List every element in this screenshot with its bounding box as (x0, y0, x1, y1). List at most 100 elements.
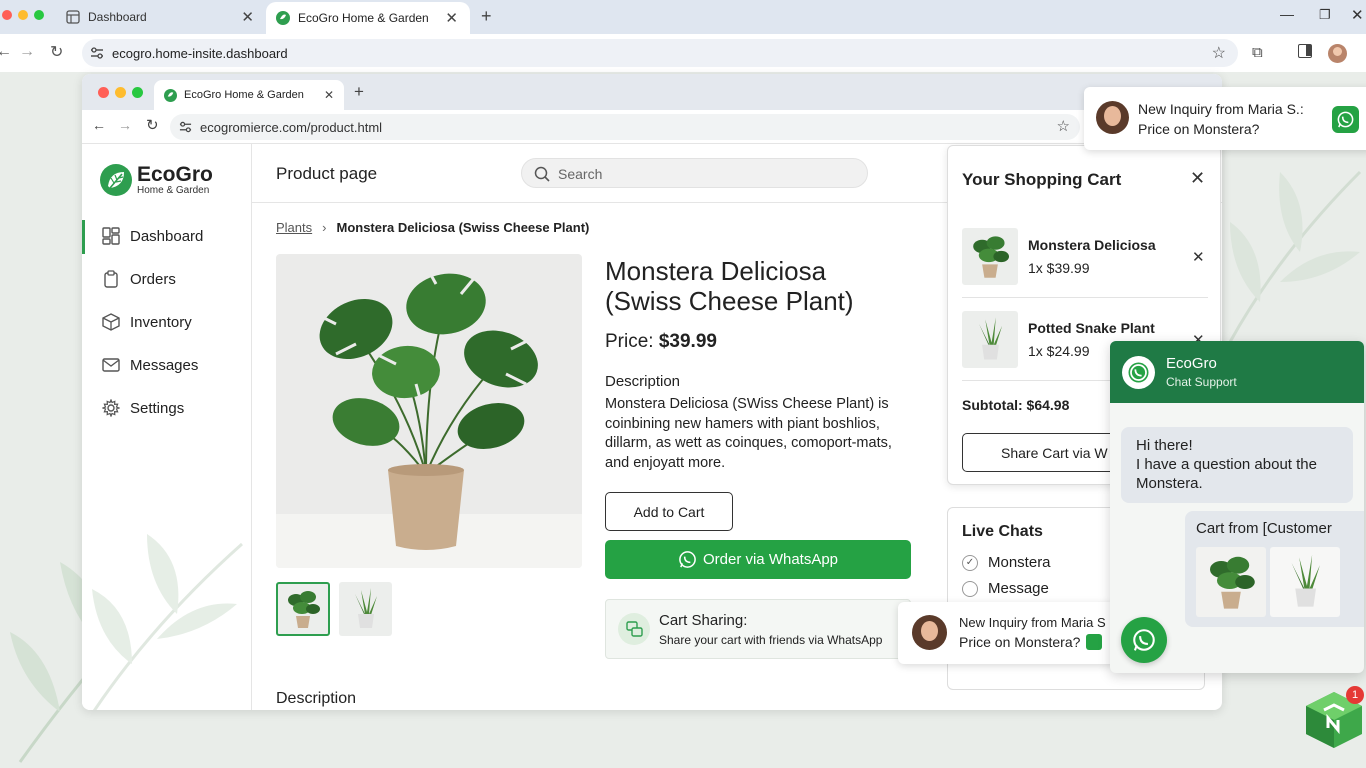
description-line: Monstera Deliciosa (SWiss Cheese Plant) … (605, 396, 889, 412)
whatsapp-launcher-button[interactable] (1121, 617, 1167, 663)
close-cart-icon[interactable]: ✕ (1190, 168, 1205, 189)
restore-icon[interactable]: ❐ (1319, 7, 1331, 23)
thumbnail-monstera[interactable] (276, 582, 330, 636)
add-to-cart-button[interactable]: Add to Cart (605, 492, 733, 531)
message-line: Monstera. (1136, 475, 1203, 492)
profile-avatar[interactable] (1328, 44, 1347, 63)
cart-item-name: Monstera Deliciosa (1028, 237, 1156, 253)
cart-item-image (962, 228, 1018, 285)
mail-icon (102, 358, 120, 372)
reload-icon[interactable]: ↻ (146, 116, 159, 134)
order-via-whatsapp-button[interactable]: Order via WhatsApp (605, 540, 911, 579)
inner-tab-ecogro[interactable]: EcoGro Home & Garden ✕ (154, 80, 344, 110)
back-icon[interactable]: ← (0, 43, 12, 61)
cart-item-image[interactable] (1270, 547, 1340, 617)
close-window-icon[interactable] (98, 87, 109, 98)
thumbnail-snake-plant[interactable] (339, 582, 392, 636)
new-tab-icon[interactable]: + (481, 6, 492, 27)
cart-sharing-title: Cart Sharing: (659, 612, 748, 629)
monstera-plant-icon (315, 265, 538, 550)
close-tab-icon[interactable]: ✕ (241, 8, 254, 26)
close-icon[interactable]: ✕ (1351, 6, 1364, 24)
outer-tab-dashboard[interactable]: Dashboard ✕ (56, 4, 266, 30)
cart-item-name: Potted Snake Plant (1028, 320, 1155, 336)
site-settings-icon[interactable] (90, 47, 104, 59)
avatar (1096, 101, 1129, 134)
description-line: and enjoyatt more. (605, 454, 726, 471)
notification-text: Price on Monstera? (959, 634, 1081, 650)
remove-item-icon[interactable]: ✕ (1192, 248, 1205, 266)
sidebar-item-label: Inventory (130, 313, 192, 331)
share-cart-label: Share Cart via W (1001, 444, 1108, 461)
inquiry-notification[interactable]: New Inquiry from Maria S Price on Monste… (898, 602, 1116, 664)
whatsapp-icon (1122, 356, 1155, 389)
forward-icon[interactable]: → (19, 43, 35, 61)
box-icon (102, 313, 120, 331)
product-price: Price: $39.99 (605, 331, 717, 353)
minimize-icon[interactable]: — (1280, 6, 1294, 22)
message-line: I have a question about the (1136, 456, 1317, 473)
chat-header: EcoGro Chat Support (1110, 341, 1364, 403)
cart-sharing-banner[interactable]: Cart Sharing: Share your cart with frien… (605, 599, 911, 659)
close-tab-icon[interactable]: ✕ (324, 88, 334, 102)
dashboard-icon (66, 10, 80, 24)
price-label: Price: (605, 331, 654, 352)
inquiry-notification[interactable]: New Inquiry from Maria S.: Price on Mons… (1084, 87, 1366, 150)
zoom-window-icon[interactable] (34, 10, 44, 20)
sidebar-item-messages[interactable]: Messages (82, 345, 251, 385)
bookmark-star-icon[interactable]: ☆ (1057, 117, 1070, 135)
sidebar-item-dashboard[interactable]: Dashboard (82, 216, 251, 256)
section-heading: Description (276, 690, 357, 707)
monstera-plant-icon (1210, 556, 1255, 609)
bookmark-star-icon[interactable]: ☆ (1212, 43, 1226, 63)
product-image[interactable] (276, 254, 582, 568)
sidebar-item-settings[interactable]: Settings (82, 388, 251, 428)
new-tab-icon[interactable]: + (354, 82, 364, 102)
search-input[interactable]: Search (521, 158, 868, 188)
product-title-line: Monstera Deliciosa (605, 256, 827, 286)
cart-item-image[interactable] (1196, 547, 1266, 617)
minimize-window-icon[interactable] (115, 87, 126, 98)
forward-icon[interactable]: → (118, 117, 132, 133)
sidebar-item-label: Settings (130, 399, 185, 417)
live-chat-item[interactable]: Message (962, 580, 1049, 597)
cart-title: Your Shopping Cart (962, 170, 1122, 189)
ecogro-favicon (276, 11, 290, 25)
chat-name: EcoGro (1166, 355, 1217, 372)
check-icon[interactable]: ✓ (962, 554, 978, 571)
whatsapp-icon[interactable] (1332, 106, 1359, 133)
search-placeholder: Search (558, 166, 603, 182)
brand-logo[interactable]: EcoGro Home & Garden (100, 164, 213, 196)
sidebar-item-inventory[interactable]: Inventory (82, 302, 251, 342)
site-settings-icon[interactable] (179, 121, 192, 133)
inner-url: ecogromierce.com/product.html (200, 119, 383, 135)
leaf-decoration-icon (92, 534, 243, 710)
description-line: dillarm, as wett as coinques, comoport-m… (605, 435, 892, 451)
description-line: coinbining new hamers with piant boshlio… (605, 415, 880, 432)
breadcrumb-current: Monstera Deliciosa (Swiss Cheese Plant) (336, 220, 590, 235)
outer-address-bar[interactable]: ecogro.home-insite.dashboard ☆ (82, 39, 1238, 67)
chat-subtitle: Chat Support (1166, 375, 1237, 389)
inner-address-bar[interactable]: ecogromierce.com/product.html ☆ (170, 114, 1080, 140)
sidebar-item-orders[interactable]: Orders (82, 259, 251, 299)
outer-tab-ecogro[interactable]: EcoGro Home & Garden ✕ (266, 2, 470, 34)
close-tab-icon[interactable]: ✕ (445, 9, 458, 27)
notification-title: New Inquiry from Maria S (959, 615, 1106, 630)
monstera-plant-icon (288, 591, 320, 628)
cart-item-qty-price: 1x $39.99 (1028, 260, 1090, 276)
page-title: Product page (276, 164, 378, 183)
breadcrumb-link[interactable]: Plants (276, 220, 312, 235)
cart-subtotal: Subtotal: $64.98 (962, 397, 1070, 413)
close-window-icon[interactable] (2, 10, 12, 20)
outer-tab-label: Dashboard (88, 10, 147, 24)
back-icon[interactable]: ← (92, 117, 106, 133)
app-dock-icon[interactable]: 1 (1302, 686, 1366, 750)
extensions-icon[interactable]: ⧉ (1252, 44, 1263, 61)
zoom-window-icon[interactable] (132, 87, 143, 98)
radio-icon[interactable] (962, 580, 978, 597)
chevron-right-icon: › (322, 220, 327, 235)
live-chat-item[interactable]: ✓ Monstera (962, 554, 1051, 571)
reload-icon[interactable]: ↻ (50, 42, 63, 62)
sidepanel-icon[interactable] (1298, 44, 1312, 58)
minimize-window-icon[interactable] (18, 10, 28, 20)
